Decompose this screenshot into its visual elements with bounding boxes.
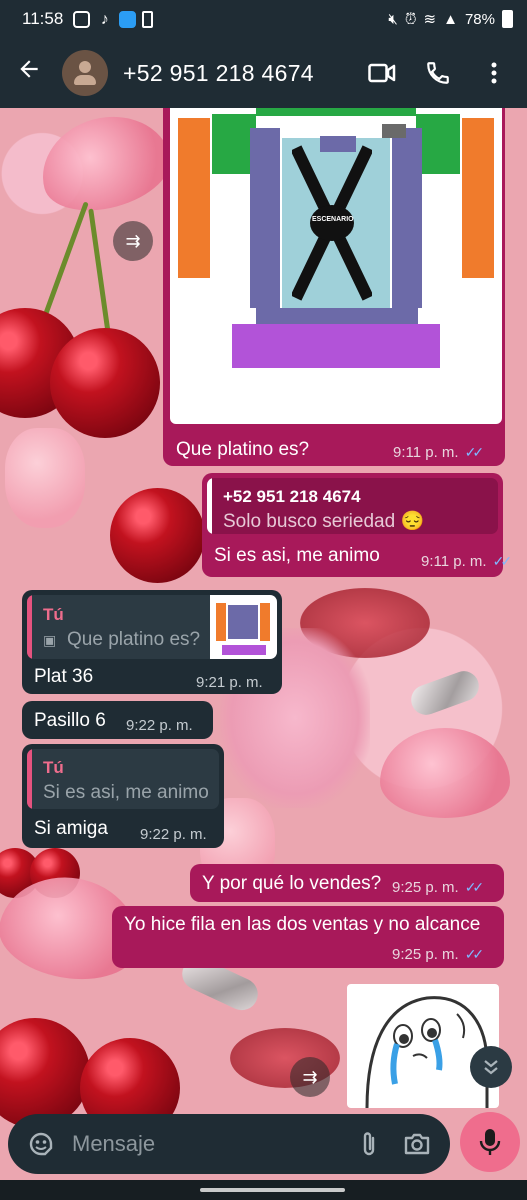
message-bubble-outgoing[interactable]: Y por qué lo vendes? 9:25 p. m. ✓✓ xyxy=(190,864,504,902)
stage-label: ESCENARIO xyxy=(312,216,354,223)
quoted-message[interactable]: Tú Si es asi, me animo xyxy=(27,749,219,809)
forward-icon[interactable]: ⇉ xyxy=(113,221,153,261)
quote-sender: +52 951 218 4674 xyxy=(223,487,361,506)
quote-text: Si es asi, me animo xyxy=(43,782,209,803)
gummy-bear-decoration xyxy=(5,428,85,528)
crying-sticker[interactable] xyxy=(347,984,499,1108)
quote-text: Que platino es? xyxy=(67,629,201,650)
message-time: 9:25 p. m. ✓✓ xyxy=(392,879,485,896)
cherry-decoration xyxy=(50,328,160,438)
seat-map-image[interactable]: ESCENARIO xyxy=(170,108,502,424)
voice-call-icon[interactable] xyxy=(421,56,455,90)
home-indicator[interactable] xyxy=(200,1188,345,1192)
seat-section xyxy=(178,118,210,278)
contact-avatar[interactable] xyxy=(62,50,108,96)
message-text: Y por qué lo vendes? xyxy=(202,873,382,894)
message-time: 9:22 p. m. xyxy=(140,826,207,843)
quote-thumbnail xyxy=(210,595,277,659)
camera-icon[interactable] xyxy=(402,1129,432,1159)
tiktok-icon: ♪ xyxy=(100,10,109,28)
message-text: Pasillo 6 xyxy=(34,710,106,731)
seat-section xyxy=(256,308,418,324)
mute-icon: 🔇︎ xyxy=(388,10,398,28)
battery-saver-icon xyxy=(142,10,154,28)
instagram-icon xyxy=(73,10,91,28)
quote-sender: Tú xyxy=(43,605,64,624)
battery-icon xyxy=(502,10,513,28)
message-bubble-incoming[interactable]: Tú ▣ Que platino es? Plat 36 9:21 p. m. xyxy=(22,590,282,694)
balloon-dog-decoration xyxy=(406,666,484,720)
quote-bar xyxy=(27,749,32,809)
mic-icon xyxy=(479,1129,501,1155)
message-text: Plat 36 xyxy=(34,666,94,687)
battery-percent: 78% xyxy=(464,10,495,28)
message-time: 9:21 p. m. xyxy=(196,674,263,691)
message-time: 9:22 p. m. xyxy=(126,717,193,734)
contact-name[interactable]: +52 951 218 4674 xyxy=(123,60,343,87)
alarm-icon: ⏰︎ xyxy=(404,10,417,28)
forward-icon[interactable]: ⇉ xyxy=(290,1057,330,1097)
attach-icon[interactable] xyxy=(354,1129,384,1159)
message-time: 9:11 p. m. ✓✓ xyxy=(421,553,513,570)
status-time: 11:58 xyxy=(22,9,64,28)
app-notification-icon xyxy=(119,10,137,28)
read-receipt-icon: ✓✓ xyxy=(464,879,485,895)
sticker-icon[interactable] xyxy=(26,1129,56,1159)
wifi-icon: ≋ xyxy=(423,11,437,28)
message-text: Si amiga xyxy=(34,818,108,839)
message-text: Si es asi, me animo xyxy=(214,545,380,566)
message-time: 9:11 p. m. ✓✓ xyxy=(393,444,485,461)
bow-decoration xyxy=(30,108,180,224)
message-bubble-incoming[interactable]: Tú Si es asi, me animo Si amiga 9:22 p. … xyxy=(22,744,224,848)
pcd-section xyxy=(382,124,406,138)
message-composer[interactable]: Mensaje xyxy=(8,1114,450,1174)
back-arrow-icon[interactable] xyxy=(16,56,46,90)
read-receipt-icon: ✓✓ xyxy=(464,444,485,460)
read-receipt-icon: ✓✓ xyxy=(492,553,513,569)
message-text: Que platino es? xyxy=(176,439,310,460)
quoted-message[interactable]: +52 951 218 4674 Solo busco seriedad 😔 xyxy=(207,478,498,534)
quoted-message[interactable]: Tú ▣ Que platino es? xyxy=(27,595,277,659)
message-time: 9:25 p. m. ✓✓ xyxy=(392,946,485,963)
mic-button[interactable] xyxy=(460,1112,520,1172)
stage-graphic xyxy=(292,145,372,301)
system-nav-bar xyxy=(0,1180,527,1200)
chat-header: +52 951 218 4674 xyxy=(0,38,527,108)
video-call-icon[interactable] xyxy=(365,56,399,90)
message-text: Yo hice fila en las dos ventas y no alca… xyxy=(124,914,481,935)
quote-sender: Tú xyxy=(43,758,64,777)
cherry-decoration xyxy=(0,1018,90,1128)
seat-section xyxy=(392,128,422,308)
status-bar: 11:58 ♪ 🔇︎ ⏰︎ ≋ ▲ 78% xyxy=(0,0,527,38)
cherry-decoration xyxy=(110,488,205,583)
seat-section xyxy=(250,128,280,308)
seat-section xyxy=(462,118,494,278)
message-input[interactable]: Mensaje xyxy=(72,1131,336,1157)
scroll-down-icon[interactable] xyxy=(470,1046,512,1088)
bow-decoration xyxy=(380,728,510,818)
read-receipt-icon: ✓✓ xyxy=(464,946,485,962)
seat-section xyxy=(416,114,460,174)
more-options-icon[interactable] xyxy=(477,56,511,90)
quote-bar xyxy=(27,595,32,659)
message-bubble-incoming[interactable]: Pasillo 6 9:22 p. m. xyxy=(22,701,213,739)
seat-section xyxy=(232,324,440,368)
image-icon: ▣ xyxy=(43,632,57,648)
message-bubble-outgoing[interactable]: Yo hice fila en las dos ventas y no alca… xyxy=(112,906,504,968)
quote-text: Solo busco seriedad 😔 xyxy=(223,511,425,532)
message-bubble-outgoing[interactable]: +52 951 218 4674 Solo busco seriedad 😔 S… xyxy=(202,473,512,577)
quote-bar xyxy=(207,478,212,534)
seat-section xyxy=(256,108,416,116)
signal-icon: ▲ xyxy=(443,10,458,28)
